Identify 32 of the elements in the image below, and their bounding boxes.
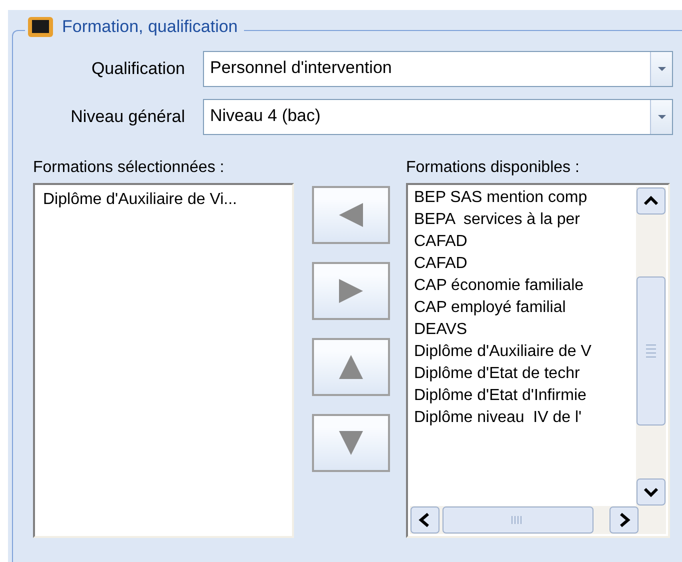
list-item[interactable]: DEAVS: [408, 319, 630, 341]
dropdown-field[interactable]: Personnel d'intervention: [203, 51, 673, 87]
selected-list[interactable]: Diplôme d'Auxiliaire de Vi...: [33, 183, 294, 538]
list-item[interactable]: CAFAD: [408, 253, 630, 275]
available-list[interactable]: [406, 183, 670, 538]
monitor-icon: [27, 15, 54, 39]
list-item[interactable]: BEPA services à la per: [408, 209, 630, 231]
list-item[interactable]: CAP économie familiale: [408, 275, 630, 297]
dropdown-button[interactable]: [650, 52, 672, 86]
dropdown-button[interactable]: [650, 100, 672, 134]
field-label: Niveau général: [70, 107, 186, 127]
move-up-button[interactable]: [312, 338, 390, 396]
vertical-scrollbar[interactable]: [636, 187, 666, 507]
list-label: Formations sélectionnées :: [33, 159, 226, 177]
caret-icon: [658, 67, 666, 71]
list-item[interactable]: Diplôme d'Auxiliaire de V: [408, 341, 630, 363]
move-down-button[interactable]: [312, 414, 390, 472]
list-label: Formations disponibles :: [406, 159, 580, 177]
list-item[interactable]: CAP employé familial: [408, 297, 630, 319]
field-label: Qualification: [90, 59, 186, 79]
horizontal-scrollbar[interactable]: [410, 506, 666, 534]
list-item[interactable]: Diplôme d'Etat d'Infirmie: [408, 385, 630, 407]
list-item[interactable]: BEP SAS mention comp: [408, 187, 630, 209]
list-item[interactable]: Diplôme niveau IV de l': [408, 407, 630, 429]
list-item[interactable]: Diplôme d'Etat de techr: [408, 363, 630, 385]
dropdown-field[interactable]: Niveau 4 (bac): [203, 99, 673, 135]
caret-icon: [658, 115, 666, 119]
list-item[interactable]: CAFAD: [408, 231, 630, 253]
move-right-button[interactable]: [312, 262, 390, 320]
group-title: Formation, qualification: [62, 17, 238, 37]
move-left-button[interactable]: [312, 186, 390, 244]
list-item[interactable]: Diplôme d'Auxiliaire de Vi...: [35, 189, 292, 211]
